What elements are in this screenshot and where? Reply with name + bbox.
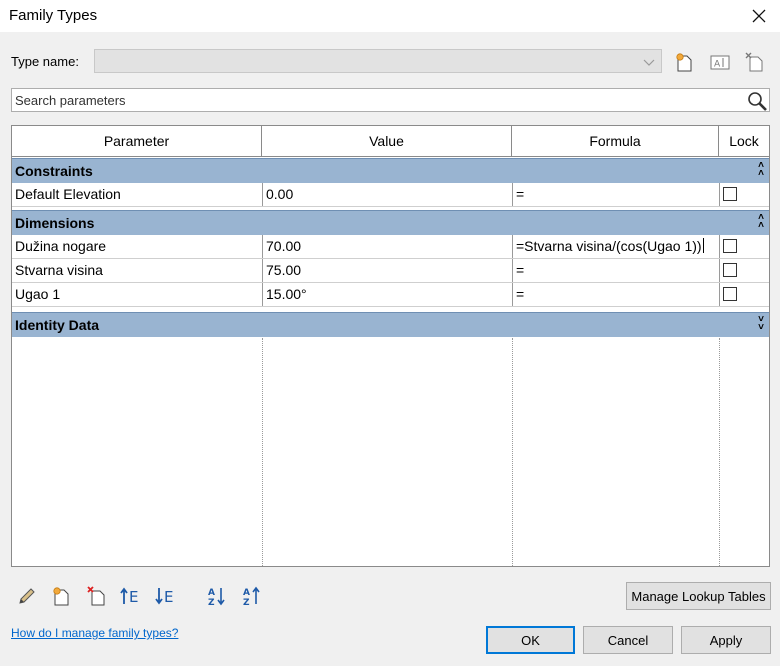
table-row: Default Elevation 0.00 = [12, 183, 769, 207]
expand-icon[interactable]: ˅ ˅ [758, 315, 764, 333]
lock-checkbox[interactable] [723, 263, 737, 277]
lock-checkbox[interactable] [723, 239, 737, 253]
lock-checkbox[interactable] [723, 287, 737, 301]
lock-cell [719, 183, 769, 206]
column-divider [719, 338, 720, 566]
collapse-icon[interactable]: ˄ ˄ [758, 161, 764, 179]
column-header-formula[interactable]: Formula [512, 126, 719, 156]
delete-type-icon[interactable] [742, 50, 766, 74]
table-row: Dužina nogare 70.00 =Stvarna visina/(cos… [12, 235, 769, 259]
lock-cell [719, 235, 769, 258]
delete-parameter-icon[interactable] [83, 583, 109, 609]
type-name-select[interactable] [94, 49, 662, 73]
ok-button[interactable]: OK [486, 626, 575, 654]
chevron-down-icon [643, 56, 655, 71]
svg-text:Z: Z [243, 598, 250, 607]
value-cell[interactable]: 15.00° [262, 283, 512, 306]
column-header-value[interactable]: Value [262, 126, 512, 156]
formula-cell[interactable]: = [512, 283, 719, 306]
column-divider [262, 338, 263, 566]
column-header-parameter[interactable]: Parameter [12, 126, 262, 156]
formula-cell[interactable]: = [512, 183, 719, 206]
type-name-label: Type name: [11, 54, 79, 69]
svg-text:A: A [243, 588, 250, 598]
group-label: Constraints [15, 163, 93, 179]
text-cursor [702, 238, 704, 253]
apply-button[interactable]: Apply [681, 626, 771, 654]
help-link[interactable]: How do I manage family types? [11, 626, 178, 640]
sort-ascending-icon[interactable]: A Z [205, 583, 231, 609]
cancel-button[interactable]: Cancel [583, 626, 673, 654]
formula-cell[interactable]: =Stvarna visina/(cos(Ugao 1)) [512, 235, 719, 258]
svg-text:E: E [129, 588, 138, 606]
move-down-icon[interactable]: E [153, 583, 179, 609]
svg-text:A: A [208, 588, 215, 598]
close-icon[interactable] [746, 3, 772, 29]
group-header-dimensions[interactable]: Dimensions ˄ ˄ [12, 210, 769, 235]
group-header-constraints[interactable]: Constraints ˄ ˄ [12, 158, 769, 183]
table-row: Stvarna visina 75.00 = [12, 259, 769, 283]
move-up-icon[interactable]: E [118, 583, 144, 609]
collapse-icon[interactable]: ˄ ˄ [758, 213, 764, 231]
value-cell[interactable]: 75.00 [262, 259, 512, 282]
column-header-lock[interactable]: Lock [719, 126, 769, 156]
search-box [11, 88, 770, 112]
new-parameter-icon[interactable] [48, 583, 74, 609]
group-header-identity-data[interactable]: Identity Data ˅ ˅ [12, 312, 769, 337]
group-label: Identity Data [15, 317, 100, 333]
manage-lookup-tables-button[interactable]: Manage Lookup Tables [626, 582, 771, 610]
group-label: Dimensions [15, 215, 95, 231]
parameter-cell: Dužina nogare [15, 238, 107, 254]
new-type-icon[interactable] [672, 50, 696, 74]
window-title: Family Types [9, 7, 98, 24]
pencil-icon[interactable] [14, 583, 40, 609]
svg-text:A: A [714, 60, 721, 70]
svg-text:E: E [164, 588, 173, 606]
search-icon[interactable] [746, 90, 768, 112]
svg-text:Z: Z [208, 598, 215, 607]
rename-type-icon[interactable]: A [708, 50, 732, 74]
column-divider [512, 338, 513, 566]
parameter-grid: Parameter Value Formula Lock Constraints… [11, 125, 770, 567]
lock-cell [719, 283, 769, 306]
parameter-cell: Default Elevation [15, 186, 121, 202]
search-input[interactable] [14, 91, 740, 109]
table-row: Ugao 1 15.00° = [12, 283, 769, 307]
title-bar: Family Types [0, 0, 780, 32]
lock-cell [719, 259, 769, 282]
parameter-cell: Stvarna visina [15, 262, 103, 278]
formula-text: =Stvarna visina/(cos(Ugao 1)) [516, 238, 702, 254]
value-cell[interactable]: 70.00 [262, 235, 512, 258]
parameter-cell: Ugao 1 [15, 286, 61, 302]
value-cell[interactable]: 0.00 [262, 183, 512, 206]
formula-cell[interactable]: = [512, 259, 719, 282]
lock-checkbox[interactable] [723, 187, 737, 201]
grid-header: Parameter Value Formula Lock [12, 126, 769, 157]
sort-descending-icon[interactable]: A Z [240, 583, 266, 609]
